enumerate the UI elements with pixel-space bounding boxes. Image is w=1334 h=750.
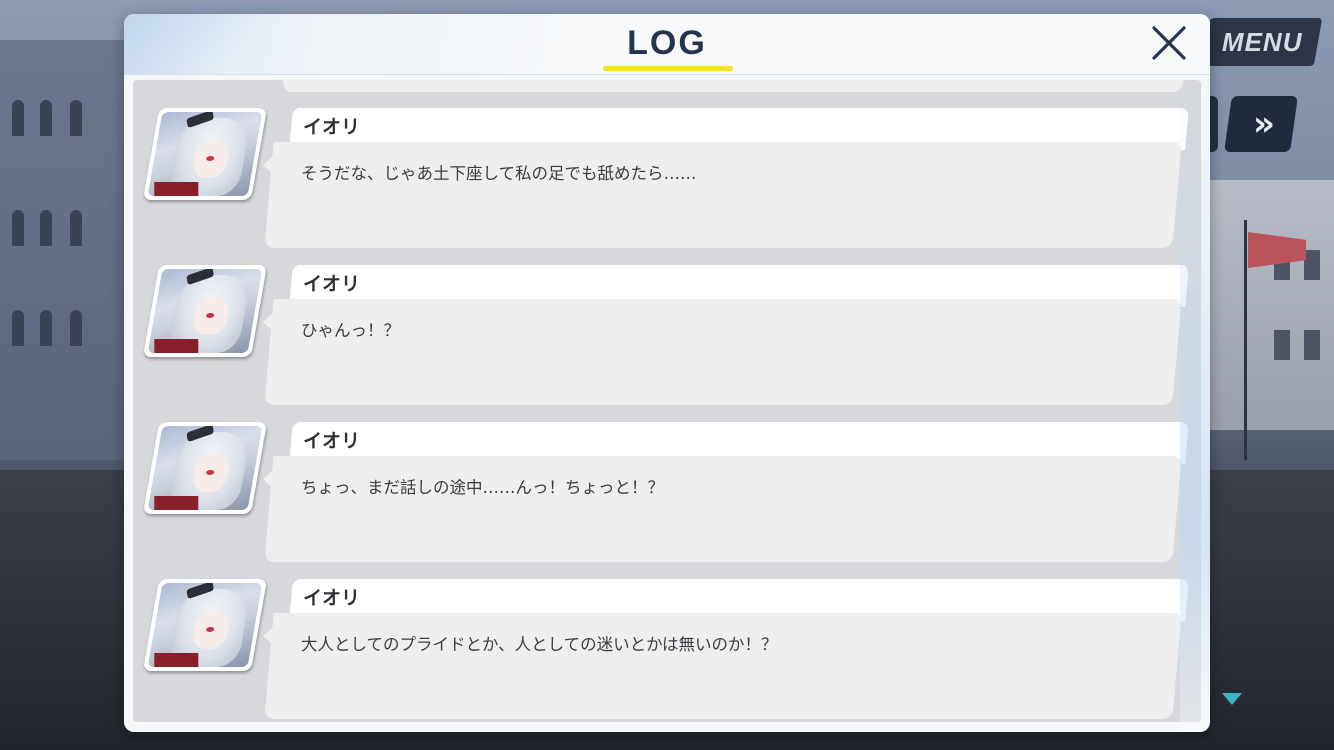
previous-entry-edge	[282, 80, 1184, 92]
speaker-name: イオリ	[303, 273, 361, 295]
speaker-portrait	[142, 108, 268, 200]
close-icon	[1152, 26, 1186, 60]
dialog-text: 大人としてのプライドとか、人としての迷いとかは無いのか！？	[301, 635, 778, 654]
dialog-text: ひゃんっ！？	[301, 321, 400, 340]
dialog-bubble	[264, 456, 1182, 562]
menu-label: MENU	[1221, 26, 1303, 57]
log-entry: イオリ ひゃんっ！？	[133, 261, 1201, 411]
dialog-bubble	[264, 142, 1182, 248]
log-title: LOG	[627, 24, 707, 62]
background-building-right	[1194, 180, 1334, 430]
skip-button[interactable]: »	[1224, 96, 1298, 152]
speaker-portrait	[142, 422, 268, 514]
speaker-portrait	[142, 579, 268, 671]
dialog-text: そうだな、じゃあ土下座して私の足でも舐めたら……	[301, 164, 697, 183]
dialog-text: ちょっ、まだ話しの途中……んっ！ちょっと！？	[301, 478, 664, 497]
title-underline	[603, 66, 733, 71]
log-header: LOG	[124, 14, 1210, 75]
dialog-bubble	[264, 299, 1182, 405]
menu-button[interactable]: MENU	[1201, 18, 1323, 66]
fast-forward-icon: »	[1253, 104, 1269, 144]
log-entry: イオリ そうだな、じゃあ土下座して私の足でも舐めたら……	[133, 104, 1201, 254]
flag-pole	[1244, 220, 1247, 460]
speaker-portrait	[142, 265, 268, 357]
log-entry: イオリ 大人としてのプライドとか、人としての迷いとかは無いのか！？	[133, 575, 1201, 722]
log-list[interactable]: イオリ そうだな、じゃあ土下座して私の足でも舐めたら…… イオリ ひゃんっ！？	[133, 80, 1201, 722]
dialog-bubble	[264, 613, 1182, 719]
speaker-name: イオリ	[303, 587, 361, 609]
next-arrow-icon	[1222, 693, 1242, 705]
speaker-name: イオリ	[303, 430, 361, 452]
log-entry: イオリ ちょっ、まだ話しの途中……んっ！ちょっと！？	[133, 418, 1201, 568]
close-button[interactable]	[1148, 22, 1190, 64]
log-dialog: LOG イオリ そうだな、じゃあ土下座して私の足でも舐めたら…… イオリ ひゃん…	[124, 14, 1210, 732]
speaker-name: イオリ	[303, 116, 361, 138]
background-building-left	[0, 40, 135, 460]
